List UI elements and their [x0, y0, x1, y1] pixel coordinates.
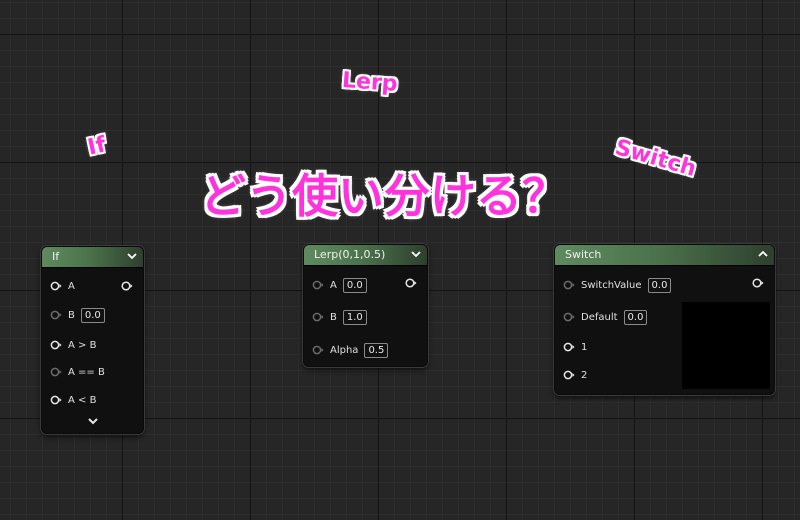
lerp-input-a-row: A 0.0 [312, 276, 367, 294]
pin-dim-icon[interactable] [50, 310, 62, 320]
if-input-b-label: B [68, 309, 75, 321]
lerp-input-alpha-label: Alpha [330, 344, 359, 356]
switch-input-switchvalue-row: SwitchValue 0.0 [563, 276, 672, 294]
pin-dim-icon[interactable] [312, 280, 324, 290]
pin-dim-icon[interactable] [312, 312, 324, 322]
switch-input-default-label: Default [581, 311, 618, 323]
chevron-up-icon[interactable] [758, 250, 768, 258]
overlay-if-label: If [85, 132, 109, 161]
switch-preview-thumbnail [682, 302, 770, 389]
lerp-input-alpha-value[interactable]: 0.5 [364, 342, 389, 358]
switch-input-default-row: Default 0.0 [563, 308, 648, 326]
exec-pin-icon[interactable] [50, 395, 62, 405]
lerp-input-b-label: B [330, 311, 337, 323]
switch-node-title: Switch [565, 248, 602, 261]
if-input-altb-row: A < B [50, 391, 96, 409]
lerp-node-title: Lerp(0,1,0.5) [314, 248, 386, 261]
if-output-pin-icon[interactable] [120, 281, 134, 291]
if-input-aeqb-label: A == B [68, 366, 105, 378]
chevron-down-icon[interactable] [127, 252, 137, 260]
if-node[interactable]: If A B 0.0 A > B A == B A < B [41, 246, 144, 434]
chevron-down-icon[interactable] [411, 250, 421, 258]
if-input-agtb-label: A > B [68, 339, 97, 351]
lerp-node-header[interactable]: Lerp(0,1,0.5) [304, 245, 427, 266]
switch-input-2-label: 2 [581, 369, 588, 381]
if-input-altb-label: A < B [68, 394, 97, 406]
lerp-node[interactable]: Lerp(0,1,0.5) A 0.0 B 1.0 Alpha 0.5 [303, 244, 428, 367]
lerp-input-b-row: B 1.0 [312, 308, 367, 326]
switch-input-2-row: 2 [563, 366, 587, 384]
if-node-header[interactable]: If [42, 247, 143, 268]
if-input-agtb-row: A > B [50, 336, 96, 354]
if-input-aeqb-row: A == B [50, 363, 105, 381]
switch-node[interactable]: Switch SwitchValue 0.0 Default 0.0 1 2 [554, 244, 775, 395]
if-input-b-value[interactable]: 0.0 [80, 307, 105, 323]
exec-pin-icon[interactable] [563, 370, 575, 380]
exec-pin-icon[interactable] [50, 281, 62, 291]
pin-dim-icon[interactable] [563, 312, 575, 322]
if-input-b-row: B 0.0 [50, 306, 105, 324]
overlay-lerp-label: Lerp [341, 68, 399, 97]
exec-pin-icon[interactable] [563, 342, 575, 352]
pin-dim-icon[interactable] [563, 280, 575, 290]
switch-input-switchvalue-label: SwitchValue [581, 279, 642, 291]
pin-dim-icon[interactable] [50, 367, 62, 377]
if-input-a-label: A [68, 280, 75, 292]
overlay-switch-label: Switch [612, 135, 699, 182]
exec-pin-icon[interactable] [50, 340, 62, 350]
pin-dim-icon[interactable] [312, 345, 324, 355]
lerp-output-pin-icon[interactable] [404, 278, 418, 288]
if-node-title: If [52, 250, 60, 263]
if-input-a-row: A [50, 277, 75, 295]
lerp-input-b-value[interactable]: 1.0 [342, 309, 367, 325]
switch-node-header[interactable]: Switch [555, 245, 774, 266]
lerp-input-a-label: A [330, 279, 337, 291]
lerp-input-alpha-row: Alpha 0.5 [312, 341, 389, 359]
switch-input-1-row: 1 [563, 338, 587, 356]
lerp-input-a-value[interactable]: 0.0 [342, 277, 367, 293]
switch-input-1-label: 1 [581, 341, 588, 353]
overlay-main-question: どう使い分ける？ [200, 169, 568, 223]
switch-output-pin-icon[interactable] [751, 278, 765, 288]
switch-input-switchvalue-value[interactable]: 0.0 [647, 277, 672, 293]
chevron-down-icon[interactable] [87, 417, 99, 426]
switch-input-default-value[interactable]: 0.0 [623, 309, 648, 325]
